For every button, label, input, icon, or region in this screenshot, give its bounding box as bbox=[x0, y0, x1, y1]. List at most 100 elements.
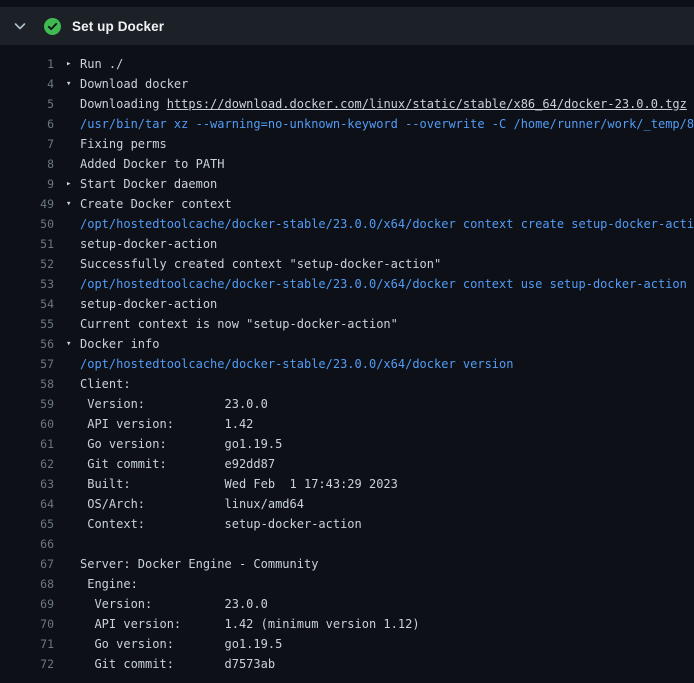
arrow-spacer bbox=[66, 294, 80, 314]
arrow-spacer bbox=[66, 614, 80, 634]
command-text: /opt/hostedtoolcache/docker-stable/23.0.… bbox=[80, 354, 513, 374]
line-number[interactable]: 49 bbox=[0, 194, 54, 214]
line-number[interactable]: 69 bbox=[0, 594, 54, 614]
log-line: 66 bbox=[0, 534, 694, 554]
line-text: Git commit: d7573ab bbox=[80, 654, 275, 674]
log-line[interactable]: 9 ▸Start Docker daemon bbox=[0, 174, 694, 194]
log-line: 63 Built: Wed Feb 1 17:43:29 2023 bbox=[0, 474, 694, 494]
line-number[interactable]: 6 bbox=[0, 114, 54, 134]
line-text: Engine: bbox=[80, 574, 138, 594]
line-number[interactable]: 70 bbox=[0, 614, 54, 634]
line-text: Downloading https://download.docker.com/… bbox=[80, 94, 687, 114]
line-number[interactable]: 5 bbox=[0, 94, 54, 114]
line-number[interactable]: 55 bbox=[0, 314, 54, 334]
arrow-spacer bbox=[66, 274, 80, 294]
line-text: Go version: go1.19.5 bbox=[80, 634, 282, 654]
line-number[interactable]: 62 bbox=[0, 454, 54, 474]
line-number[interactable]: 54 bbox=[0, 294, 54, 314]
arrow-spacer bbox=[66, 374, 80, 394]
arrow-spacer bbox=[66, 94, 80, 114]
line-number[interactable]: 58 bbox=[0, 374, 54, 394]
triangle-right-icon[interactable]: ▸ bbox=[66, 174, 80, 194]
arrow-spacer bbox=[66, 114, 80, 134]
arrow-spacer bbox=[66, 554, 80, 574]
line-number[interactable]: 72 bbox=[0, 654, 54, 674]
log-line[interactable]: 4▾Download docker bbox=[0, 74, 694, 94]
log-line: 65 Context: setup-docker-action bbox=[0, 514, 694, 534]
command-text: /opt/hostedtoolcache/docker-stable/23.0.… bbox=[80, 214, 694, 234]
triangle-down-icon[interactable]: ▾ bbox=[66, 74, 80, 94]
line-number[interactable]: 7 bbox=[0, 134, 54, 154]
arrow-spacer bbox=[66, 354, 80, 374]
arrow-spacer bbox=[66, 574, 80, 594]
log-line: 55 Current context is now "setup-docker-a… bbox=[0, 314, 694, 334]
log-line: 72 Git commit: d7573ab bbox=[0, 654, 694, 674]
line-number[interactable]: 4 bbox=[0, 74, 54, 94]
log-line: 6/usr/bin/tar xz --warning=no-unknown-ke… bbox=[0, 114, 694, 134]
arrow-spacer bbox=[66, 234, 80, 254]
line-text: Context: setup-docker-action bbox=[80, 514, 362, 534]
line-number[interactable]: 57 bbox=[0, 354, 54, 374]
log-line[interactable]: 56 ▾Docker info bbox=[0, 334, 694, 354]
arrow-spacer bbox=[66, 134, 80, 154]
log-line[interactable]: 1▸Run ./ bbox=[0, 54, 694, 74]
line-number[interactable]: 59 bbox=[0, 394, 54, 414]
arrow-spacer bbox=[66, 494, 80, 514]
line-number[interactable]: 9 bbox=[0, 174, 54, 194]
line-number[interactable]: 68 bbox=[0, 574, 54, 594]
line-number[interactable]: 51 bbox=[0, 234, 54, 254]
arrow-spacer bbox=[66, 254, 80, 274]
line-number[interactable]: 60 bbox=[0, 414, 54, 434]
line-text: Version: 23.0.0 bbox=[80, 594, 268, 614]
log-line: 58 Client: bbox=[0, 374, 694, 394]
log-line: 71 Go version: go1.19.5 bbox=[0, 634, 694, 654]
line-number[interactable]: 56 bbox=[0, 334, 54, 354]
arrow-spacer bbox=[66, 454, 80, 474]
line-number[interactable]: 65 bbox=[0, 514, 54, 534]
line-text: Current context is now "setup-docker-act… bbox=[80, 314, 398, 334]
log-line[interactable]: 49 ▾Create Docker context bbox=[0, 194, 694, 214]
line-number[interactable]: 64 bbox=[0, 494, 54, 514]
line-text: Added Docker to PATH bbox=[80, 154, 225, 174]
triangle-down-icon[interactable]: ▾ bbox=[66, 334, 80, 354]
log-line: 54 setup-docker-action bbox=[0, 294, 694, 314]
arrow-spacer bbox=[66, 634, 80, 654]
log-container: 1▸Run ./4▾Download docker5Downloading ht… bbox=[0, 45, 694, 674]
line-text: Docker info bbox=[80, 334, 159, 354]
line-text: Start Docker daemon bbox=[80, 174, 217, 194]
line-text: Successfully created context "setup-dock… bbox=[80, 254, 441, 274]
command-text: /usr/bin/tar xz --warning=no-unknown-key… bbox=[80, 114, 694, 134]
line-number[interactable]: 66 bbox=[0, 534, 54, 554]
success-check-icon bbox=[44, 18, 61, 35]
arrow-spacer bbox=[66, 474, 80, 494]
triangle-right-icon[interactable]: ▸ bbox=[66, 54, 80, 74]
line-text: Git commit: e92dd87 bbox=[80, 454, 275, 474]
line-number[interactable]: 61 bbox=[0, 434, 54, 454]
triangle-down-icon[interactable]: ▾ bbox=[66, 194, 80, 214]
line-number[interactable]: 52 bbox=[0, 254, 54, 274]
line-text: setup-docker-action bbox=[80, 294, 217, 314]
line-number[interactable]: 67 bbox=[0, 554, 54, 574]
arrow-spacer bbox=[66, 154, 80, 174]
log-line: 69 Version: 23.0.0 bbox=[0, 594, 694, 614]
log-line: 61 Go version: go1.19.5 bbox=[0, 434, 694, 454]
line-text: Server: Docker Engine - Community bbox=[80, 554, 318, 574]
line-number[interactable]: 71 bbox=[0, 634, 54, 654]
arrow-spacer bbox=[66, 414, 80, 434]
line-number[interactable]: 53 bbox=[0, 274, 54, 294]
chevron-down-icon[interactable] bbox=[12, 18, 28, 34]
line-text: Go version: go1.19.5 bbox=[80, 434, 282, 454]
log-link[interactable]: https://download.docker.com/linux/static… bbox=[167, 97, 687, 111]
line-number[interactable]: 63 bbox=[0, 474, 54, 494]
line-number[interactable]: 8 bbox=[0, 154, 54, 174]
log-line: 50/opt/hostedtoolcache/docker-stable/23.… bbox=[0, 214, 694, 234]
line-text: Fixing perms bbox=[80, 134, 167, 154]
line-text: Client: bbox=[80, 374, 131, 394]
step-header[interactable]: Set up Docker bbox=[0, 7, 694, 45]
log-line: 67 Server: Docker Engine - Community bbox=[0, 554, 694, 574]
line-text: Create Docker context bbox=[80, 194, 232, 214]
log-line: 60 API version: 1.42 bbox=[0, 414, 694, 434]
line-number[interactable]: 50 bbox=[0, 214, 54, 234]
line-number[interactable]: 1 bbox=[0, 54, 54, 74]
line-text: Built: Wed Feb 1 17:43:29 2023 bbox=[80, 474, 398, 494]
